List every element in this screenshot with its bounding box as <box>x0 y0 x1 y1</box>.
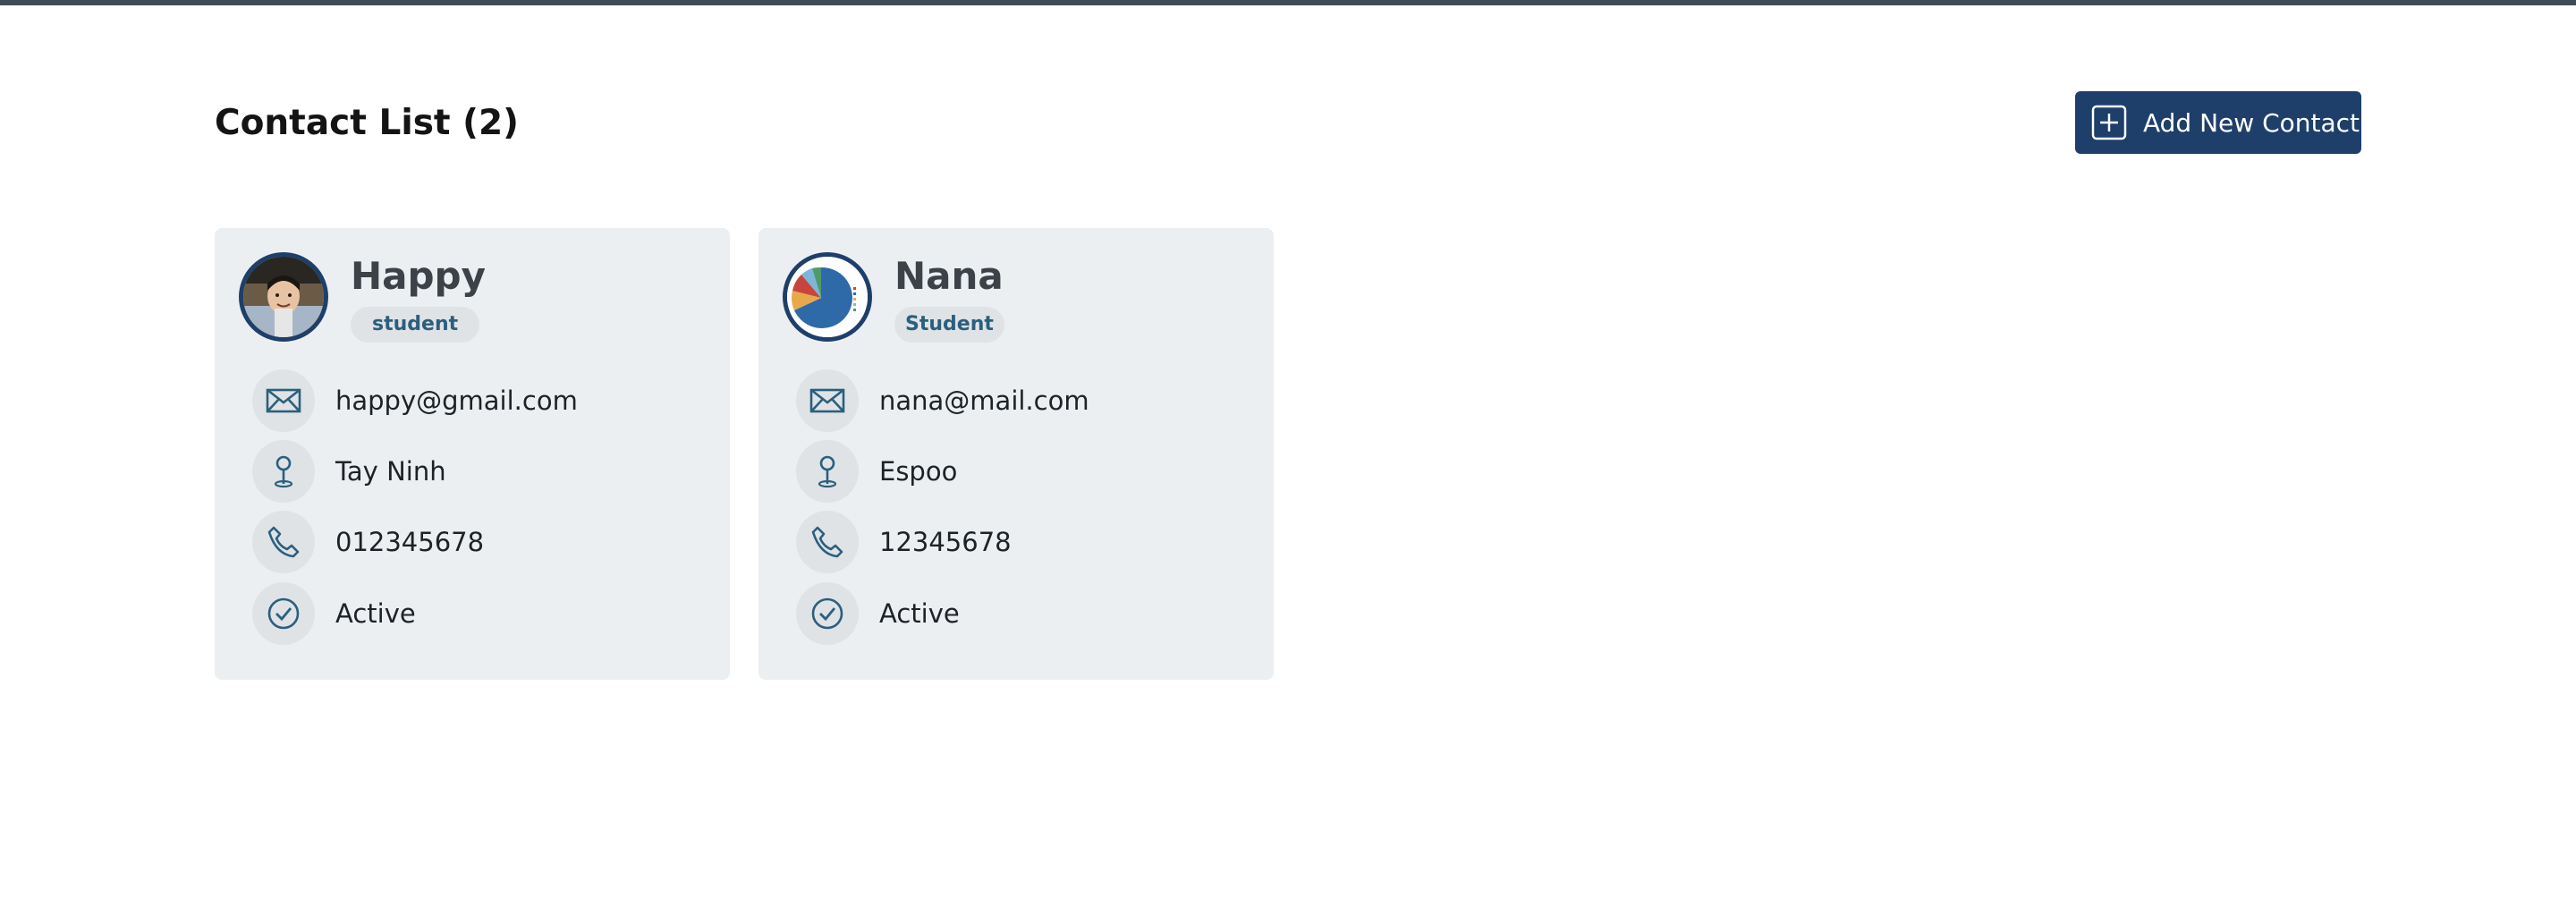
check-circle-icon <box>252 582 315 645</box>
top-border <box>0 0 2576 5</box>
contact-status: Active <box>879 598 960 629</box>
contact-card[interactable]: Happy student happy@gmail.com Tay Ninh 0… <box>215 228 730 680</box>
check-circle-icon <box>796 582 859 645</box>
add-new-contact-button[interactable]: Add New Contact <box>2075 91 2361 154</box>
page-header: Contact List (2) Add New Contact <box>215 91 2361 156</box>
role-badge: student <box>351 307 480 343</box>
phone-icon <box>796 511 859 573</box>
contact-email[interactable]: nana@mail.com <box>879 385 1089 416</box>
avatar[interactable] <box>239 252 328 342</box>
map-pin-icon <box>796 440 859 503</box>
contact-card[interactable]: Nana Student nana@mail.com Espoo 1234567… <box>758 228 1274 680</box>
contact-status: Active <box>335 598 416 629</box>
plus-square-icon <box>2091 105 2127 140</box>
contact-cards: Happy student happy@gmail.com Tay Ninh 0… <box>215 228 1274 680</box>
envelope-icon <box>796 369 859 432</box>
page-title: Contact List (2) <box>215 103 519 143</box>
contact-name: Happy <box>351 254 486 298</box>
phone-icon <box>252 511 315 573</box>
contact-phone[interactable]: 12345678 <box>879 527 1012 557</box>
contact-name: Nana <box>894 254 1004 298</box>
contact-email[interactable]: happy@gmail.com <box>335 385 578 416</box>
location-row: Tay Ninh <box>252 440 446 503</box>
map-pin-icon <box>252 440 315 503</box>
avatar-photo <box>243 257 324 337</box>
status-row: Active <box>252 582 416 645</box>
envelope-icon <box>252 369 315 432</box>
add-new-contact-label: Add New Contact <box>2143 107 2360 138</box>
phone-row: 12345678 <box>796 511 1012 573</box>
phone-row: 012345678 <box>252 511 484 573</box>
contact-phone[interactable]: 012345678 <box>335 527 484 557</box>
email-row: happy@gmail.com <box>252 369 578 432</box>
pie-chart-thumbnail <box>787 257 868 337</box>
email-row: nana@mail.com <box>796 369 1089 432</box>
contact-location: Tay Ninh <box>335 456 446 487</box>
location-row: Espoo <box>796 440 957 503</box>
status-row: Active <box>796 582 960 645</box>
contact-location: Espoo <box>879 456 958 487</box>
role-badge: Student <box>894 307 1004 343</box>
avatar[interactable] <box>783 252 872 342</box>
